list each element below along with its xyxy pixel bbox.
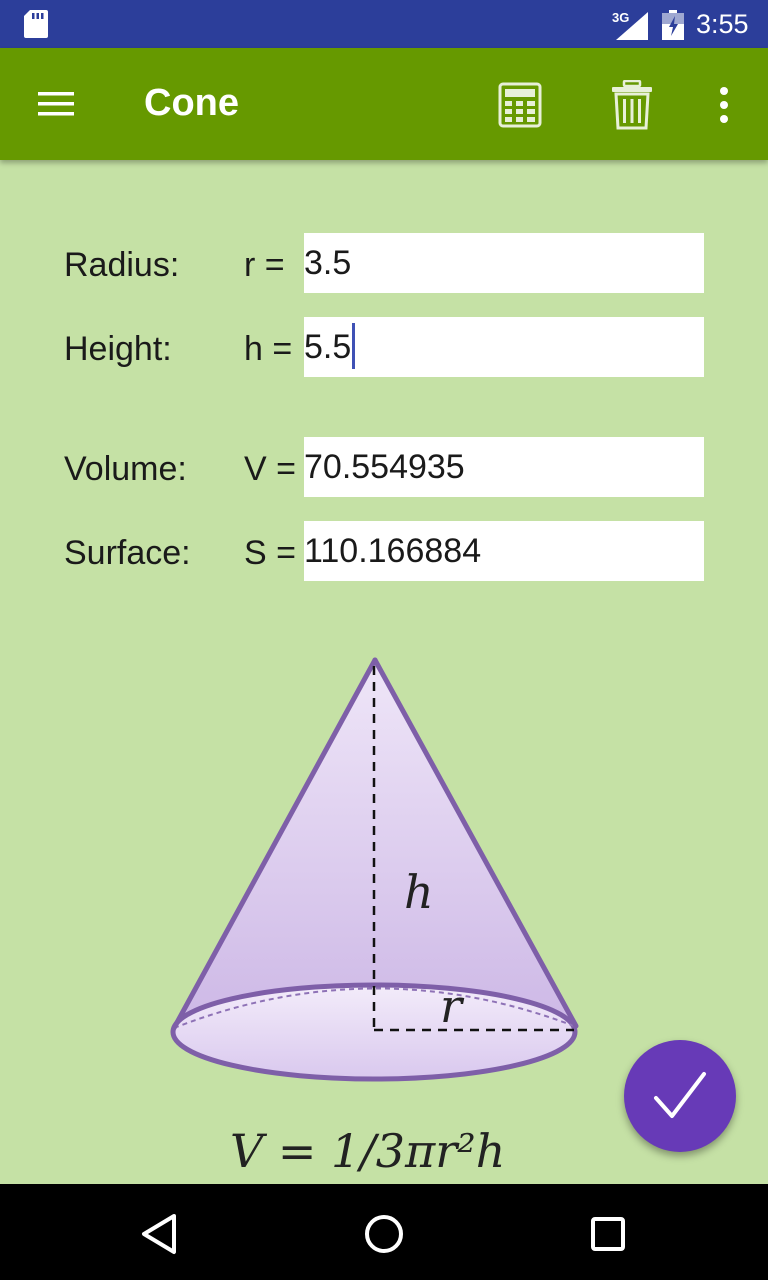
surface-symbol: S = [244,534,296,572]
home-icon[interactable] [362,1212,406,1256]
height-symbol-label: h [404,865,434,919]
radius-value: 3.5 [304,244,352,282]
menu-icon[interactable] [36,88,76,120]
cone-diagram: h r V = 1/3πr²h [170,657,579,1178]
radius-field[interactable]: 3.5 [304,233,704,293]
height-label: Height: [64,330,172,368]
more-vert-icon[interactable] [714,86,734,124]
height-field[interactable]: 5.5 [304,317,704,377]
battery-icon [662,10,684,40]
status-clock: 3:55 [696,9,749,39]
volume-label: Volume: [64,450,187,488]
volume-symbol: V = [244,450,296,488]
volume-value: 70.554935 [304,448,465,486]
calculator-icon[interactable] [498,82,542,128]
surface-value: 110.166884 [304,532,482,570]
page-title: Cone [144,82,239,124]
surface-label: Surface: [64,534,191,572]
cell-signal-icon [616,12,648,40]
volume-formula: V = 1/3πr²h [230,1124,505,1178]
cone-base [170,982,578,1082]
radius-symbol: r = [244,246,285,284]
radius-symbol-label: r [440,979,465,1033]
trash-icon[interactable] [610,80,654,130]
system-nav-bar [0,1184,768,1280]
surface-field[interactable]: 110.166884 [304,521,704,581]
recents-icon[interactable] [586,1212,630,1256]
checkmark-icon [654,1072,706,1118]
volume-field[interactable]: 70.554935 [304,437,704,497]
back-icon[interactable] [138,1212,182,1256]
height-value: 5.5 [304,328,352,366]
sd-card-icon [24,10,48,38]
app-bar: Cone [0,48,768,160]
text-cursor [352,323,356,370]
height-symbol: h = [244,330,293,368]
confirm-fab[interactable] [624,1040,736,1152]
radius-label: Radius: [64,246,180,284]
status-bar: 3G 3:55 [0,0,768,48]
